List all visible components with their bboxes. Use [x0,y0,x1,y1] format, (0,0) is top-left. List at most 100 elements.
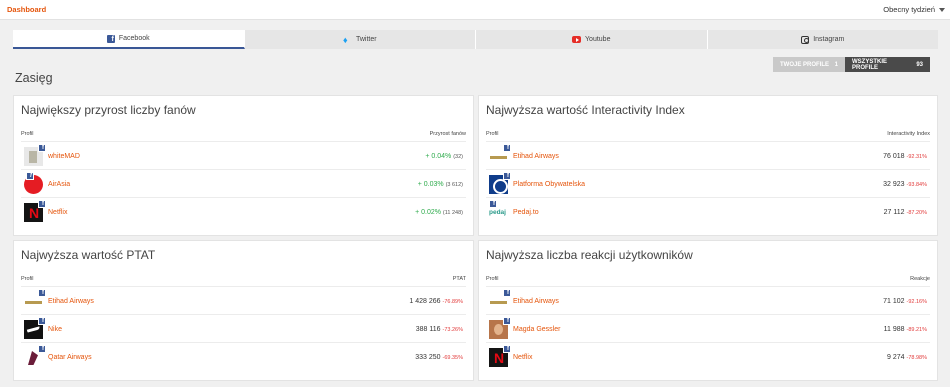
card-header-row: Profil Reakcje [486,274,930,287]
card-header-row: Profil PTAT [21,274,466,287]
metric-number: 32 923 [883,181,905,188]
metric-value: + 0.03% (3 612) [418,181,463,188]
column-header-profile: Profil [21,131,34,137]
period-label: Obecny tydzień [883,5,935,14]
metric-value: 27 112 -87.20% [884,209,927,216]
period-dropdown[interactable]: Obecny tydzień [883,5,945,14]
growth-count: (3 612) [445,182,463,188]
tab-youtube[interactable]: Youtube [476,30,708,49]
growth-percent: + 0.04% [425,153,452,160]
table-row: f Nike 388 116 -73.26% [21,316,466,343]
column-header-profile: Profil [486,276,499,282]
card-title: Największy przyrost liczby fanów [21,103,196,117]
etihad-avatar: f [489,289,511,311]
table-row: f AirAsia + 0.03% (3 612) [21,171,466,198]
netflix-avatar: f [489,345,511,367]
top-bar: Dashboard Obecny tydzień [0,0,950,20]
profile-link[interactable]: whiteMAD [48,153,80,160]
profile-link[interactable]: Netflix [48,209,67,216]
metric-change: -69.35% [442,355,464,361]
profile-link[interactable]: Platforma Obywatelska [513,181,585,188]
table-row: f Etihad Airways 76 018 -92.31% [486,143,930,170]
own-profiles-label: TWOJE PROFILE [780,61,830,68]
metric-value: + 0.04% (32) [425,153,463,160]
facebook-badge-icon: f [489,200,497,208]
metric-value: 71 102 -92.16% [883,298,927,305]
whitemad-avatar: f [24,144,46,166]
facebook-icon: f [106,34,115,43]
profile-link[interactable]: Qatar Airways [48,354,92,361]
profile-link[interactable]: AirAsia [48,181,70,188]
chevron-down-icon [939,7,945,12]
section-title: Zasięg [15,71,53,85]
metric-change: -78.98% [906,355,928,361]
profile-link[interactable]: Magda Gessler [513,326,560,333]
column-header-metric: PTAT [452,276,466,282]
metric-number: 9 274 [887,354,905,361]
metric-number: 27 112 [883,209,905,216]
tab-instagram[interactable]: Instagram [708,30,939,49]
table-row: f Qatar Airways 333 250 -69.35% [21,344,466,371]
tab-facebook[interactable]: f Facebook [13,30,245,49]
facebook-badge-icon: f [26,172,34,180]
facebook-badge-icon: f [38,200,46,208]
table-row: f Platforma Obywatelska 32 923 -93.84% [486,171,930,198]
facebook-badge-icon: f [38,317,46,325]
tab-twitter[interactable]: ♦ Twitter [245,30,476,49]
profile-scope-toggle: TWOJE PROFILE 1 WSZYSTKIE PROFILE 93 [773,57,930,72]
metric-value: 11 988 -89.21% [884,326,927,333]
twitter-icon: ♦ [342,34,348,45]
tab-youtube-label: Youtube [585,36,611,43]
own-profiles-button[interactable]: TWOJE PROFILE 1 [773,57,845,72]
all-profiles-button[interactable]: WSZYSTKIE PROFILE 93 [845,57,930,72]
qatar-avatar: f [24,345,46,367]
facebook-badge-icon: f [503,345,511,353]
pedaj-logo: pedaj [489,209,506,216]
youtube-icon [572,36,582,43]
tab-facebook-label: Facebook [118,35,150,42]
card-reactions: Najwyższa liczba reakcji użytkowników Pr… [478,240,938,381]
tab-twitter-label: Twitter [355,36,377,43]
metric-value: + 0.02% (11 248) [415,209,463,216]
magda-avatar: f [489,317,511,339]
profile-link[interactable]: Etihad Airways [513,298,559,305]
airasia-avatar: f [24,172,43,194]
growth-count: (32) [453,154,463,160]
profile-link[interactable]: Pedaj.to [513,209,539,216]
facebook-badge-icon: f [38,345,46,353]
facebook-badge-icon: f [38,289,46,297]
pedaj-avatar: pedaj f [489,200,508,222]
profile-link[interactable]: Etihad Airways [48,298,94,305]
growth-percent: + 0.03% [417,181,444,188]
metric-change: -89.21% [906,327,928,333]
table-row: f Etihad Airways 71 102 -92.16% [486,288,930,315]
metric-change: -76.89% [442,299,464,305]
growth-count: (11 248) [442,210,463,216]
all-profiles-count: 93 [916,61,923,68]
table-row: f Magda Gessler 11 988 -89.21% [486,316,930,343]
table-row: f Netflix + 0.02% (11 248) [21,199,466,226]
own-profiles-count: 1 [834,61,838,68]
profile-link[interactable]: Etihad Airways [513,153,559,160]
column-header-profile: Profil [486,131,499,137]
nike-avatar: f [24,317,46,339]
metric-value: 388 116 -73.26% [416,326,463,333]
table-row: f Netflix 9 274 -78.98% [486,344,930,371]
card-interactivity-index: Najwyższa wartość Interactivity Index Pr… [478,95,938,236]
facebook-badge-icon: f [503,144,511,152]
metric-number: 1 428 266 [409,298,441,305]
breadcrumb-dashboard[interactable]: Dashboard [7,5,46,14]
metric-number: 333 250 [415,354,441,361]
card-fan-growth: Największy przyrost liczby fanów Profil … [13,95,474,236]
profile-link[interactable]: Netflix [513,354,532,361]
column-header-profile: Profil [21,276,34,282]
metric-value: 9 274 -78.98% [887,354,927,361]
profile-link[interactable]: Nike [48,326,62,333]
card-title: Najwyższa wartość Interactivity Index [486,103,685,117]
metric-change: -92.31% [906,154,928,160]
card-header-row: Profil Interactivity Index [486,129,930,142]
netflix-avatar: f [24,200,46,222]
metric-number: 76 018 [883,153,905,160]
metric-value: 32 923 -93.84% [883,181,927,188]
etihad-avatar: f [489,144,511,166]
